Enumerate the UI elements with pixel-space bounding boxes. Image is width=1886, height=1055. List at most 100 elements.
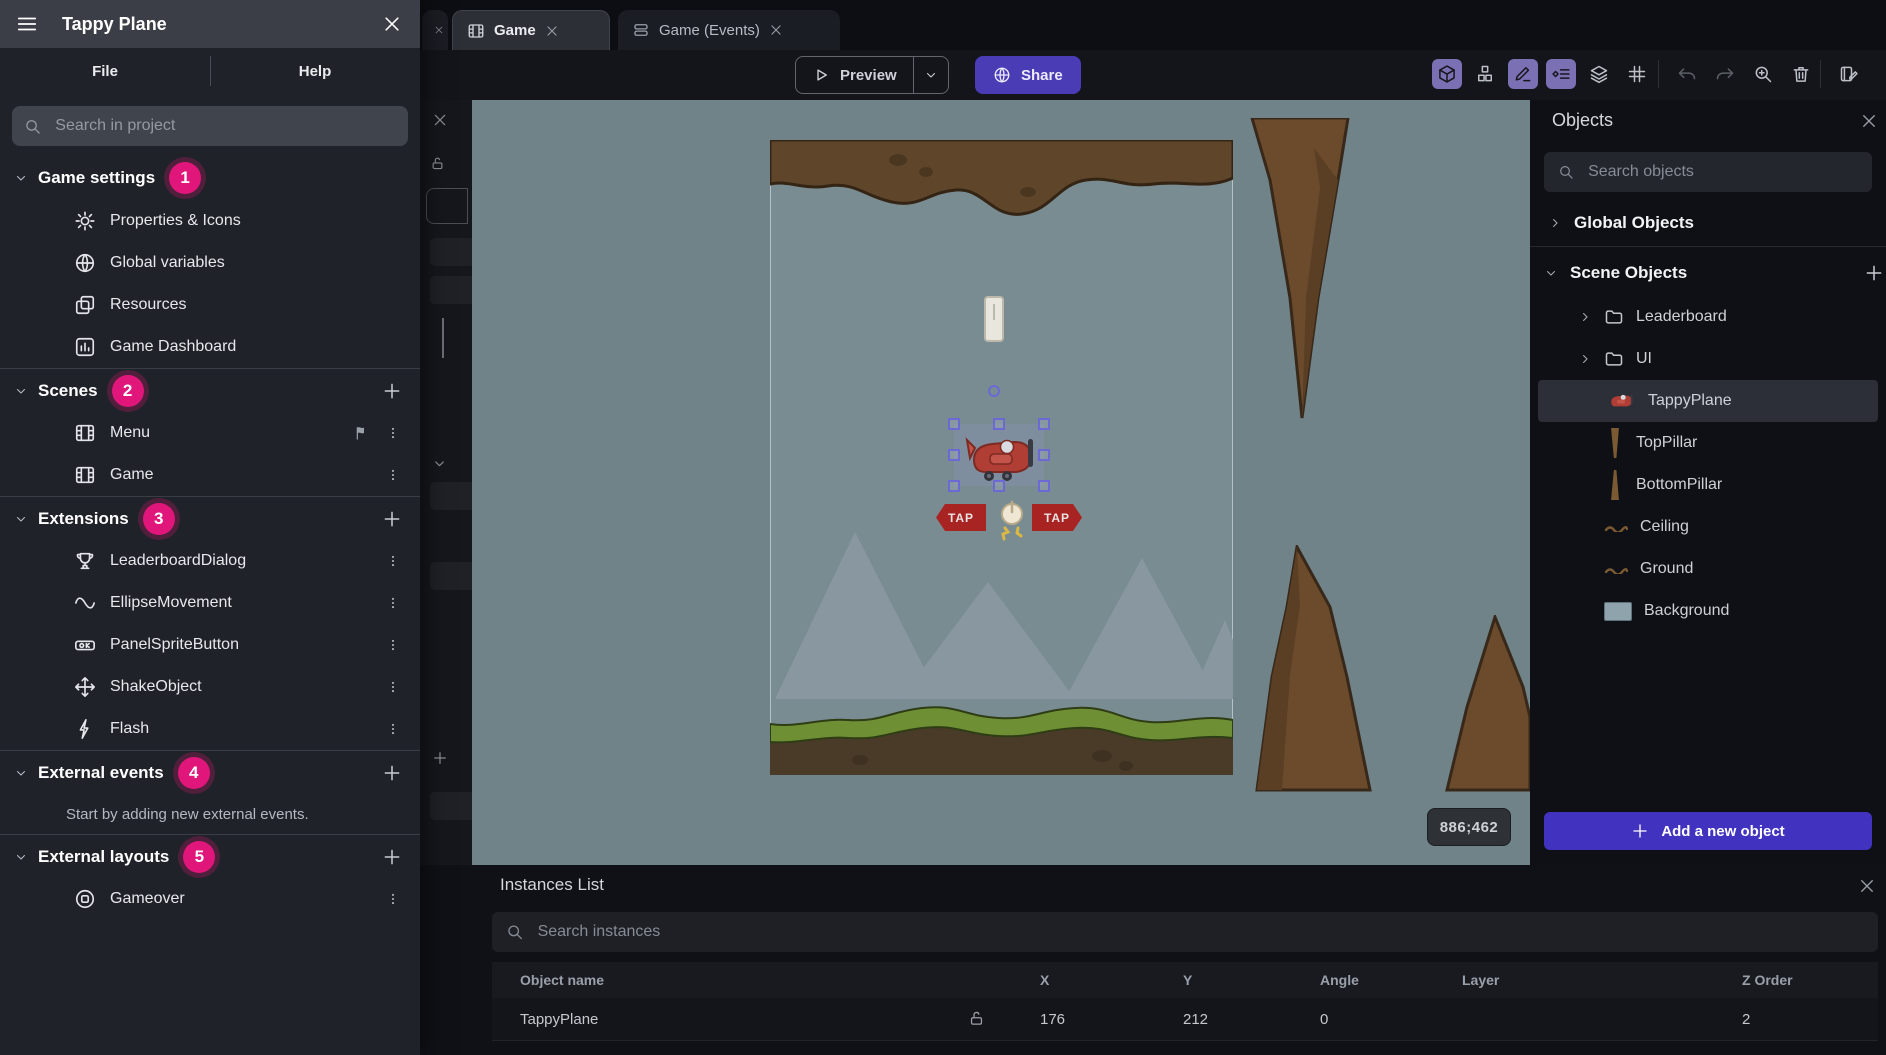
add-extension-plus-icon[interactable] — [382, 509, 402, 529]
kebab-menu-icon[interactable] — [386, 468, 400, 482]
pillar-placeholder-sprite[interactable] — [984, 296, 1004, 342]
properties-list-icon — [1551, 64, 1571, 84]
item-flash[interactable]: Flash — [0, 708, 420, 750]
bottom-pillar-sprite[interactable] — [1252, 545, 1375, 792]
object-row-bottompillar[interactable]: BottomPillar — [1530, 464, 1886, 506]
add-external-layout-plus-icon[interactable] — [382, 847, 402, 867]
add-object-plus-icon[interactable] — [1864, 263, 1884, 283]
close-drawer-icon[interactable] — [382, 14, 402, 34]
section-external-layouts[interactable]: External layouts 5 — [0, 834, 420, 878]
item-properties-icons[interactable]: Properties & Icons — [0, 200, 420, 242]
item-game-dashboard[interactable]: Game Dashboard — [0, 326, 420, 368]
resize-handle-sw[interactable] — [948, 480, 960, 492]
object-row-tappyplane[interactable]: TappyPlane — [1530, 380, 1886, 422]
resize-handle-e[interactable] — [1038, 449, 1050, 461]
bottom-pillar-sprite-partial[interactable] — [1445, 615, 1530, 792]
clipped-tab-remnant[interactable] — [422, 10, 448, 50]
section-extensions[interactable]: Extensions 3 — [0, 496, 420, 540]
object-row-ui[interactable]: UI — [1530, 338, 1886, 380]
kebab-menu-icon[interactable] — [386, 596, 400, 610]
lock-open-icon[interactable] — [968, 1010, 985, 1027]
add-scene-plus-icon[interactable] — [382, 381, 402, 401]
object-row-ceiling[interactable]: Ceiling — [1530, 506, 1886, 548]
object-row-ground[interactable]: Ground — [1530, 548, 1886, 590]
add-external-event-plus-icon[interactable] — [382, 763, 402, 783]
redo-button[interactable] — [1710, 59, 1740, 89]
add-new-object-button[interactable]: Add a new object — [1544, 812, 1872, 850]
object-row-toppillar[interactable]: TopPillar — [1530, 422, 1886, 464]
tap-hand-icon — [996, 498, 1028, 542]
menu-file[interactable]: File — [0, 63, 210, 80]
item-panelspritebutton[interactable]: PanelSpriteButton — [0, 624, 420, 666]
tab-game-events[interactable]: Game (Events) — [618, 10, 840, 50]
project-search-input[interactable] — [53, 116, 396, 136]
scene-objects-header[interactable]: Scene Objects — [1530, 252, 1886, 294]
instances-search[interactable] — [492, 912, 1878, 952]
close-icon[interactable] — [1860, 112, 1878, 130]
item-global-variables[interactable]: Global variables — [0, 242, 420, 284]
toggle-3d-view-button[interactable] — [1432, 59, 1462, 89]
section-external-events[interactable]: External events 4 — [0, 750, 420, 794]
section-game-settings[interactable]: Game settings 1 — [0, 156, 420, 200]
close-icon[interactable] — [432, 112, 448, 128]
item-scene-game[interactable]: Game — [0, 454, 420, 496]
hamburger-menu-icon[interactable] — [16, 13, 38, 35]
zoom-button[interactable] — [1748, 59, 1778, 89]
instance-properties-button[interactable] — [1546, 59, 1576, 89]
project-search[interactable] — [12, 106, 408, 146]
resize-handle-se[interactable] — [1038, 480, 1050, 492]
close-icon[interactable] — [1858, 877, 1876, 895]
resize-handle-n[interactable] — [993, 418, 1005, 430]
menu-help[interactable]: Help — [210, 63, 420, 80]
instance-row-tappyplane[interactable]: TappyPlane 176 212 0 2 — [492, 998, 1878, 1041]
objects-search-input[interactable] — [1586, 162, 1858, 182]
close-tab-icon[interactable] — [769, 23, 783, 37]
resize-handle-s[interactable] — [993, 480, 1005, 492]
global-objects-header[interactable]: Global Objects — [1530, 202, 1886, 244]
layers-panel-button[interactable] — [1584, 59, 1614, 89]
kebab-menu-icon[interactable] — [386, 892, 400, 906]
grid-toggle-button[interactable] — [1622, 59, 1652, 89]
kebab-menu-icon[interactable] — [386, 680, 400, 694]
instances-search-input[interactable] — [536, 922, 1864, 942]
item-resources[interactable]: Resources — [0, 284, 420, 326]
item-label: Game — [110, 466, 154, 484]
object-row-background[interactable]: Background — [1530, 590, 1886, 632]
plus-icon[interactable] — [432, 750, 448, 766]
preview-options-dropdown[interactable] — [914, 57, 948, 93]
resize-handle-w[interactable] — [948, 449, 960, 461]
kebab-menu-icon[interactable] — [386, 426, 400, 440]
section-scenes[interactable]: Scenes 2 — [0, 368, 420, 412]
tappy-plane-sprite[interactable] — [965, 430, 1037, 484]
item-leaderboarddialog[interactable]: LeaderboardDialog — [0, 540, 420, 582]
undo-button[interactable] — [1672, 59, 1702, 89]
tab-game-scene[interactable]: Game — [452, 10, 610, 50]
preview-button[interactable]: Preview — [795, 56, 949, 94]
item-shakeobject[interactable]: ShakeObject — [0, 666, 420, 708]
open-events-editor-button[interactable] — [1834, 59, 1864, 89]
kebab-menu-icon[interactable] — [386, 638, 400, 652]
object-label: TappyPlane — [1648, 392, 1732, 410]
preview-button-main[interactable]: Preview — [796, 57, 913, 93]
item-gameover[interactable]: Gameover — [0, 878, 420, 920]
top-pillar-sprite[interactable] — [1250, 118, 1350, 420]
objects-list-button[interactable] — [1470, 59, 1500, 89]
resize-handle-nw[interactable] — [948, 418, 960, 430]
item-scene-menu[interactable]: Menu — [0, 412, 420, 454]
kebab-menu-icon[interactable] — [386, 722, 400, 736]
clipped-field — [430, 276, 472, 304]
kebab-menu-icon[interactable] — [386, 554, 400, 568]
col-angle: Angle — [1320, 972, 1359, 988]
scene-editor-canvas[interactable]: TAP TAP 886;462 — [472, 100, 1530, 865]
rotation-handle[interactable] — [988, 385, 1000, 397]
objects-search[interactable] — [1544, 152, 1872, 192]
chevron-down-icon — [14, 766, 28, 780]
resize-handle-ne[interactable] — [1038, 418, 1050, 430]
item-ellipsemovement[interactable]: EllipseMovement — [0, 582, 420, 624]
object-row-leaderboard[interactable]: Leaderboard — [1530, 296, 1886, 338]
share-button[interactable]: Share — [975, 56, 1081, 94]
close-tab-icon[interactable] — [545, 24, 559, 38]
external-events-hint: Start by adding new external events. — [0, 794, 420, 834]
delete-button[interactable] — [1786, 59, 1816, 89]
edit-mode-button[interactable] — [1508, 59, 1538, 89]
